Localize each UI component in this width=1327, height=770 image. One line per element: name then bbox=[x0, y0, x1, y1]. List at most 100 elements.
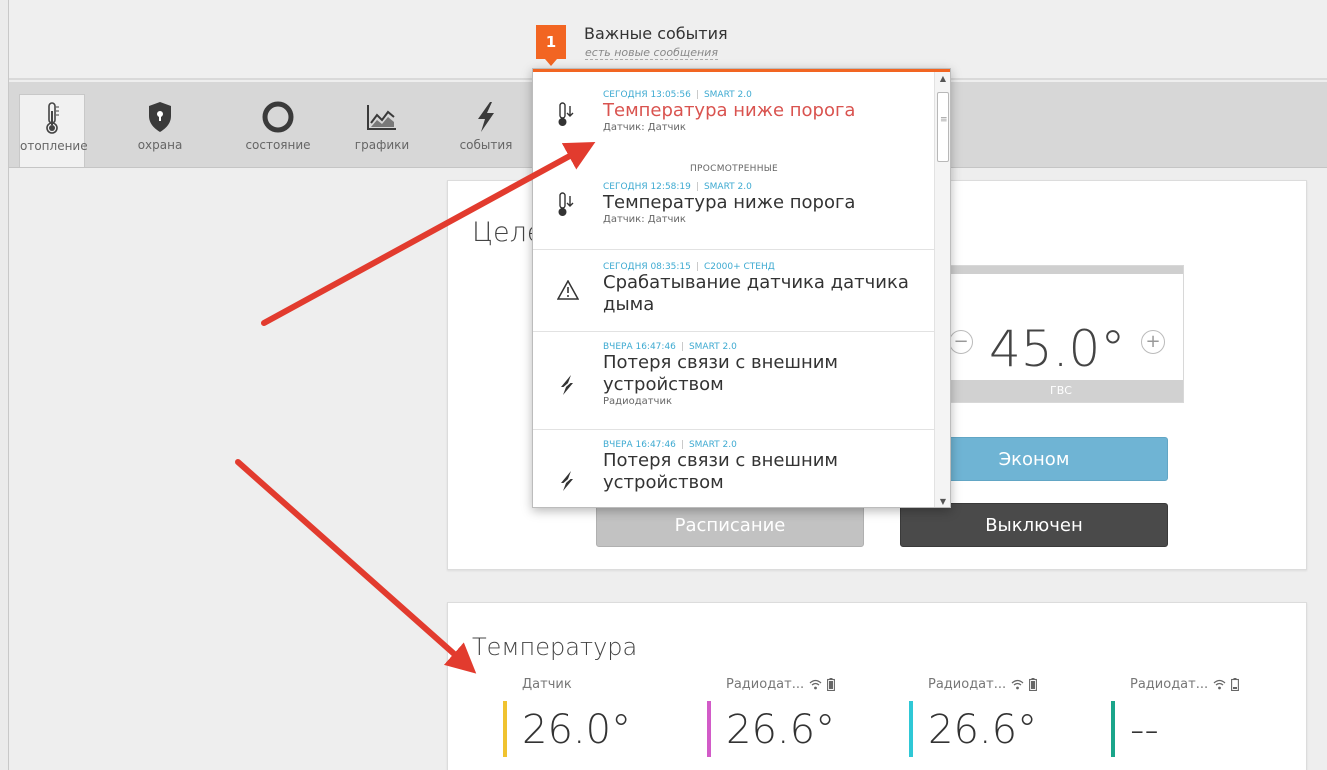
ring-icon bbox=[245, 94, 311, 134]
sensor-value: 26.0° bbox=[522, 707, 632, 753]
tab-status[interactable]: состояние bbox=[245, 94, 311, 164]
tab-label: графики bbox=[354, 138, 410, 152]
wifi-icon bbox=[1011, 679, 1024, 690]
sensor-name: Радиодат... bbox=[928, 677, 1038, 692]
notification-title[interactable]: Важные события bbox=[584, 24, 728, 43]
sensor-name: Датчик bbox=[522, 677, 572, 692]
event-text: ВЧЕРА 16:47:46 | SMART 2.0 Потеря связи с … bbox=[603, 440, 903, 494]
increase-button[interactable]: + bbox=[1141, 330, 1165, 354]
event-title: Срабатывание датчика датчика дыма bbox=[603, 272, 909, 315]
lightning-icon bbox=[453, 94, 519, 134]
sensor-name-text: Радиодат... bbox=[1130, 677, 1209, 692]
event-detail: Датчик: Датчик bbox=[603, 122, 686, 133]
event-text: СЕГОДНЯ 12:58:19 | SMART 2.0 Температура н… bbox=[603, 182, 855, 225]
tab-label: отопление bbox=[20, 139, 88, 153]
sensor-value: 26.6° bbox=[726, 707, 836, 753]
off-button[interactable]: Выключен bbox=[900, 503, 1168, 547]
event-time: ВЧЕРА 16:47:46 bbox=[603, 440, 676, 450]
events-dropdown: СЕГОДНЯ 13:05:56 | SMART 2.0 Температура н… bbox=[532, 68, 951, 508]
wifi-icon bbox=[809, 679, 822, 690]
chart-icon bbox=[349, 94, 415, 134]
notification-subtitle[interactable]: есть новые сообщения bbox=[585, 46, 718, 60]
sensor-name-text: Радиодат... bbox=[928, 677, 1007, 692]
tab-charts[interactable]: графики bbox=[349, 94, 415, 164]
sensor-name: Радиодат... bbox=[1130, 677, 1240, 692]
connection-lost-icon bbox=[557, 470, 577, 496]
events-scrollbar[interactable]: ▲ ▼ bbox=[934, 72, 950, 507]
event-meta: СЕГОДНЯ 08:35:15 | С2000+ СТЕНД bbox=[603, 262, 775, 272]
scroll-thumb[interactable] bbox=[937, 92, 949, 162]
event-detail: Датчик: Датчик bbox=[603, 214, 686, 225]
decrease-button[interactable]: − bbox=[949, 330, 973, 354]
seen-section-label: ПРОСМОТРЕННЫЕ bbox=[689, 164, 779, 174]
event-time: ВЧЕРА 16:47:46 bbox=[603, 342, 676, 352]
event-item[interactable]: СЕГОДНЯ 13:05:56 | SMART 2.0 Температура н… bbox=[533, 72, 935, 150]
event-meta: СЕГОДНЯ 12:58:19 | SMART 2.0 bbox=[603, 182, 752, 192]
scroll-down-icon[interactable]: ▼ bbox=[935, 495, 950, 507]
tab-heating[interactable]: отопление bbox=[19, 94, 88, 167]
thermometer-down-icon bbox=[557, 192, 575, 222]
event-title: Температура ниже порога bbox=[603, 100, 856, 121]
sensor-color-bar bbox=[503, 701, 507, 757]
sensor-tile[interactable]: Датчик 26.0° bbox=[498, 677, 688, 770]
event-title: Температура ниже порога bbox=[603, 192, 856, 213]
scroll-up-icon[interactable]: ▲ bbox=[935, 72, 950, 86]
event-time: СЕГОДНЯ 13:05:56 bbox=[603, 90, 691, 100]
temperature-card: Температура Датчик 26.0° Радиодат... 26.… bbox=[447, 602, 1307, 770]
tab-label: события bbox=[459, 138, 513, 152]
sensor-name-text: Датчик bbox=[522, 677, 572, 692]
app-frame: 1 Важные события есть новые сообщения от… bbox=[8, 0, 1327, 770]
hot-water-setpoint: − 45.0° + ГВС bbox=[938, 265, 1184, 403]
thermometer-down-icon bbox=[557, 102, 575, 132]
sensor-color-bar bbox=[707, 701, 711, 757]
battery-empty-icon bbox=[1231, 678, 1240, 691]
event-text: СЕГОДНЯ 13:05:56 | SMART 2.0 Температура н… bbox=[603, 90, 855, 133]
thermometer-icon bbox=[20, 95, 84, 135]
event-source: SMART 2.0 bbox=[688, 440, 737, 450]
event-text: ВЧЕРА 16:47:46 | SMART 2.0 Потеря связи с … bbox=[603, 342, 903, 407]
sensor-color-bar bbox=[1111, 701, 1115, 757]
sensor-tile[interactable]: Радиодат... 26.6° bbox=[904, 677, 1094, 770]
sensor-name: Радиодат... bbox=[726, 677, 836, 692]
event-item[interactable]: ВЧЕРА 16:47:46 | SMART 2.0 Потеря связи с … bbox=[533, 332, 935, 430]
tab-events[interactable]: события bbox=[453, 94, 519, 164]
event-source: SMART 2.0 bbox=[688, 342, 737, 352]
sensor-color-bar bbox=[909, 701, 913, 757]
sensor-tile[interactable]: Радиодат... -- bbox=[1106, 677, 1296, 770]
battery-icon bbox=[1029, 678, 1038, 691]
event-meta: СЕГОДНЯ 13:05:56 | SMART 2.0 bbox=[603, 90, 752, 100]
event-meta: ВЧЕРА 16:47:46 | SMART 2.0 bbox=[603, 342, 737, 352]
event-source: SMART 2.0 bbox=[703, 182, 752, 192]
event-title: Потеря связи с внешним устройством bbox=[603, 450, 838, 493]
sensor-tile[interactable]: Радиодат... 26.6° bbox=[702, 677, 892, 770]
event-detail: Радиодатчик bbox=[603, 396, 673, 407]
tab-security[interactable]: охрана bbox=[127, 94, 193, 164]
connection-lost-icon bbox=[557, 374, 577, 400]
warning-icon bbox=[556, 279, 580, 304]
battery-icon bbox=[827, 678, 836, 691]
event-time: СЕГОДНЯ 08:35:15 bbox=[603, 262, 691, 272]
temperature-card-title: Температура bbox=[472, 633, 638, 661]
wifi-icon bbox=[1213, 679, 1226, 690]
event-time: СЕГОДНЯ 12:58:19 bbox=[603, 182, 691, 192]
events-list: СЕГОДНЯ 13:05:56 | SMART 2.0 Температура н… bbox=[533, 72, 935, 507]
setpoint-value: 45.0° bbox=[989, 320, 1126, 378]
setpoint-label: ГВС bbox=[939, 380, 1183, 402]
sensor-value: 26.6° bbox=[928, 707, 1038, 753]
event-item[interactable]: СЕГОДНЯ 08:35:15 | С2000+ СТЕНД Срабатыван… bbox=[533, 250, 935, 332]
tab-label: состояние bbox=[245, 138, 311, 152]
event-source: С2000+ СТЕНД bbox=[703, 262, 775, 272]
shield-lock-icon bbox=[127, 94, 193, 134]
event-meta: ВЧЕРА 16:47:46 | SMART 2.0 bbox=[603, 440, 737, 450]
notification-count-badge[interactable]: 1 bbox=[536, 25, 566, 66]
event-item[interactable]: ВЧЕРА 16:47:46 | SMART 2.0 Потеря связи с … bbox=[533, 430, 935, 507]
sensor-name-text: Радиодат... bbox=[726, 677, 805, 692]
sensor-value: -- bbox=[1130, 707, 1159, 753]
schedule-button[interactable]: Расписание bbox=[596, 503, 864, 547]
event-title: Потеря связи с внешним устройством bbox=[603, 352, 838, 395]
setpoint-stripe bbox=[939, 266, 1183, 274]
tab-label: охрана bbox=[137, 138, 183, 152]
event-text: СЕГОДНЯ 08:35:15 | С2000+ СТЕНД Срабатыван… bbox=[603, 262, 913, 316]
event-source: SMART 2.0 bbox=[703, 90, 752, 100]
event-item[interactable]: ПРОСМОТРЕННЫЕ СЕГОДНЯ 12:58:19 | SMART 2.0… bbox=[533, 150, 935, 250]
